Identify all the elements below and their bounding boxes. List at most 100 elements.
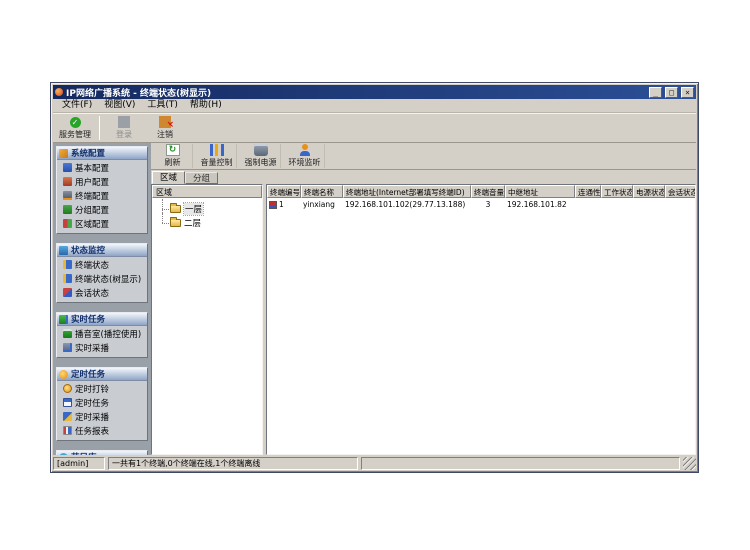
sidebar-item-terminal-config[interactable]: 终端配置 <box>57 189 147 202</box>
menu-tools[interactable]: 工具(T) <box>141 99 184 112</box>
refresh-button[interactable]: ↻ 刷新 <box>153 144 193 168</box>
sidebar-header-label: 状态监控 <box>71 244 105 256</box>
sidebar-item-label: 定时采播 <box>75 411 109 423</box>
cell-terminal-address: 192.168.101.102(29.77.13.188) <box>343 200 471 209</box>
sidebar-item-label: 定时打铃 <box>75 383 109 395</box>
close-button[interactable]: × <box>681 87 694 98</box>
logout-icon: × <box>159 116 171 128</box>
main-toolbar: ✓ 服务管理 登录 × 注销 <box>53 113 696 143</box>
col-session-status[interactable]: 会话状态 <box>665 185 696 198</box>
col-terminal-address[interactable]: 终端地址(Internet部署填写终端ID) <box>343 185 471 198</box>
timed-collect-icon <box>63 412 72 421</box>
app-icon <box>55 88 63 96</box>
sidebar-item-label: 终端配置 <box>75 190 109 202</box>
sidebar-item-zone-config[interactable]: 区域配置 <box>57 217 147 230</box>
realtime-task-icon <box>59 315 68 324</box>
tree-node-label: 二层 <box>184 217 201 229</box>
cell-relay-address: 192.168.101.82 <box>505 200 575 209</box>
sidebar-header-timed-task[interactable]: 定时任务 <box>57 368 147 381</box>
app-window: IP网络广播系统 - 终端状态(树显示) _ □ × 文件(F) 视图(V) 工… <box>50 82 699 473</box>
logout-label: 注销 <box>157 129 173 140</box>
zone-tree-panel: 区域 分组 区域 一层 二层 <box>151 170 263 455</box>
sidebar-item-task-report[interactable]: 任务报表 <box>57 424 147 437</box>
group-config-icon <box>63 205 72 214</box>
sidebar-item-realtime-collect[interactable]: 实时采播 <box>57 341 147 354</box>
navigation-sidebar: 系统配置 基本配置 用户配置 终端配置 分组配置 <box>53 143 151 455</box>
refresh-icon: ↻ <box>166 144 180 156</box>
sidebar-item-label: 实时采播 <box>75 342 109 354</box>
window-title: IP网络广播系统 - 终端状态(树显示) <box>66 86 646 99</box>
col-work-status[interactable]: 工作状态 <box>601 185 633 198</box>
volume-control-button[interactable]: 音量控制 <box>197 144 237 168</box>
sidebar-item-timed-bell[interactable]: 定时打铃 <box>57 382 147 395</box>
content-pane: ↻ 刷新 音量控制 强制电源 环境监听 <box>151 143 696 455</box>
sidebar-header-status-monitor[interactable]: 状态监控 <box>57 244 147 257</box>
timed-job-icon <box>63 398 72 407</box>
sidebar-item-timed-collect[interactable]: 定时采播 <box>57 410 147 423</box>
col-terminal-id[interactable]: 终端编号 <box>267 185 301 198</box>
logout-button[interactable]: × 注销 <box>145 115 185 142</box>
sidebar-header-system-config[interactable]: 系统配置 <box>57 147 147 160</box>
service-manage-icon: ✓ <box>70 117 81 128</box>
session-status-icon <box>63 288 72 297</box>
minimize-button[interactable]: _ <box>649 87 662 98</box>
status-user: [admin] <box>53 457 105 470</box>
sidebar-item-label: 定时任务 <box>75 397 109 409</box>
toolbar-separator <box>99 116 100 140</box>
sidebar-header-label: 定时任务 <box>71 368 105 380</box>
tree-tabs: 区域 分组 <box>151 170 263 184</box>
tree-box: 区域 一层 二层 <box>151 184 263 455</box>
resize-grip[interactable] <box>683 457 696 470</box>
sidebar-group-status-monitor: 状态监控 终端状态 终端状态(树显示) 会话状态 <box>56 243 148 303</box>
status-monitor-icon <box>59 246 68 255</box>
tree-node-floor2[interactable]: 二层 <box>158 216 260 230</box>
terminal-config-icon <box>63 191 72 200</box>
sidebar-item-basic-config[interactable]: 基本配置 <box>57 161 147 174</box>
sidebar-item-label: 区域配置 <box>75 218 109 230</box>
sidebar-item-label: 任务报表 <box>75 425 109 437</box>
maximize-button[interactable]: □ <box>665 87 678 98</box>
sidebar-group-timed-task: 定时任务 定时打铃 定时任务 定时采播 任务报表 <box>56 367 148 441</box>
service-manage-button[interactable]: ✓ 服务管理 <box>55 115 95 142</box>
col-terminal-name[interactable]: 终端名称 <box>301 185 343 198</box>
col-connectivity[interactable]: 连通性 <box>575 185 601 198</box>
env-monitor-button[interactable]: 环境监听 <box>285 144 325 168</box>
timed-task-icon <box>59 370 68 379</box>
table-row[interactable]: 1 yinxiang 192.168.101.102(29.77.13.188)… <box>267 198 695 211</box>
sidebar-item-broadcast-studio[interactable]: 播音室(播控使用) <box>57 327 147 340</box>
menu-help[interactable]: 帮助(H) <box>184 99 228 112</box>
menu-bar: 文件(F) 视图(V) 工具(T) 帮助(H) <box>53 99 696 113</box>
env-monitor-icon <box>298 144 312 156</box>
sidebar-item-label: 分组配置 <box>75 204 109 216</box>
folder-icon <box>170 219 181 227</box>
sidebar-item-user-config[interactable]: 用户配置 <box>57 175 147 188</box>
sidebar-item-session-status[interactable]: 会话状态 <box>57 286 147 299</box>
sidebar-item-timed-job[interactable]: 定时任务 <box>57 396 147 409</box>
env-monitor-label: 环境监听 <box>289 157 321 168</box>
content-toolbar: ↻ 刷新 音量控制 强制电源 环境监听 <box>151 143 696 170</box>
title-bar[interactable]: IP网络广播系统 - 终端状态(树显示) _ □ × <box>53 85 696 99</box>
terminal-status-tree-icon <box>63 274 72 283</box>
zone-config-icon <box>63 219 72 228</box>
sidebar-item-terminal-status[interactable]: 终端状态 <box>57 258 147 271</box>
realtime-collect-icon <box>63 343 72 352</box>
col-terminal-volume[interactable]: 终端音量 <box>471 185 505 198</box>
col-power-status[interactable]: 电源状态 <box>633 185 665 198</box>
sidebar-item-terminal-status-tree[interactable]: 终端状态(树显示) <box>57 272 147 285</box>
sidebar-item-label: 播音室(播控使用) <box>75 328 141 340</box>
sidebar-header-label: 实时任务 <box>71 313 105 325</box>
tab-zone[interactable]: 区域 <box>152 171 185 184</box>
tab-group[interactable]: 分组 <box>185 172 218 184</box>
sidebar-header-realtime-task[interactable]: 实时任务 <box>57 313 147 326</box>
sidebar-item-label: 会话状态 <box>75 287 109 299</box>
menu-file[interactable]: 文件(F) <box>56 99 98 112</box>
tree-node-floor1[interactable]: 一层 <box>158 202 260 216</box>
force-power-button[interactable]: 强制电源 <box>241 144 281 168</box>
menu-view[interactable]: 视图(V) <box>98 99 141 112</box>
tree-column-header[interactable]: 区域 <box>152 185 262 198</box>
force-power-label: 强制电源 <box>245 157 277 168</box>
sidebar-item-group-config[interactable]: 分组配置 <box>57 203 147 216</box>
col-relay-address[interactable]: 中继地址 <box>505 185 575 198</box>
login-button[interactable]: 登录 <box>104 115 144 142</box>
user-config-icon <box>63 177 72 186</box>
